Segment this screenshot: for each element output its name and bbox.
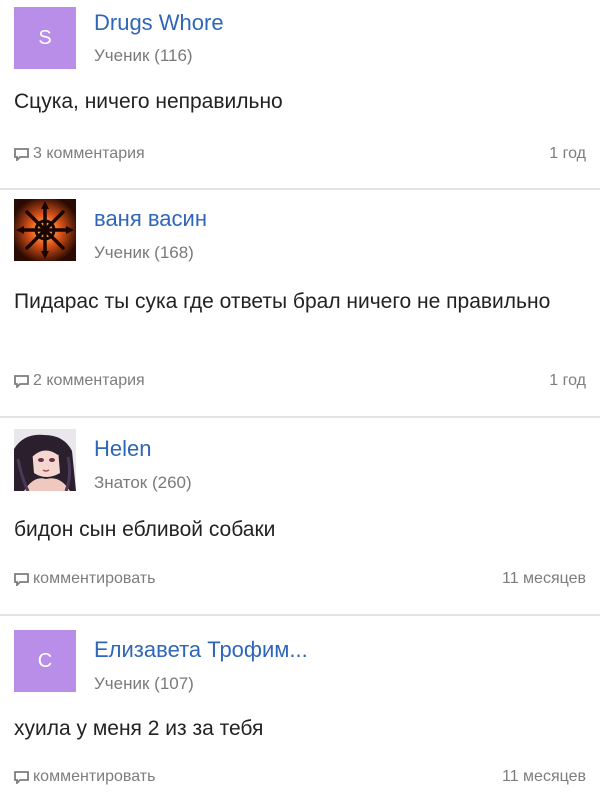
answer-text: Пидарас ты сука где ответы брал ничего н… [14,290,551,313]
answer-text: хуила у меня 2 из за тебя [14,717,264,740]
comment-icon [14,374,29,388]
answer-time: 1 год [549,372,586,389]
avatar[interactable]: С [14,630,76,692]
comments-link[interactable]: 2 комментария [14,372,145,390]
answer-text: Сцука, ничего неправильно [14,90,283,113]
username-link[interactable]: ваня васин [94,206,207,232]
fire-star-avatar-image [14,199,76,261]
username-link[interactable]: Елизавета Трофим... [94,637,308,663]
answer-text: бидон сын ебливой собаки [14,518,276,541]
answer-time: 1 год [549,145,586,162]
anime-girl-avatar-icon[interactable] [14,429,76,491]
fire-star-avatar-icon[interactable] [14,199,76,261]
username-link[interactable]: Drugs Whore [94,10,224,36]
comments-count: 3 комментария [33,145,145,162]
user-rank: Ученик (116) [94,46,193,65]
comment-icon [14,770,29,784]
answer-card: Helen Знаток (260) бидон сын ебливой соб… [0,418,600,614]
comments-link[interactable]: 3 комментария [14,145,145,163]
answer-time: 11 месяцев [502,570,586,587]
username-link[interactable]: Helen [94,436,151,462]
answer-card: С Елизавета Трофим... Ученик (107) хуила… [0,616,600,799]
user-rank: Ученик (168) [94,243,194,262]
answer-card: ваня васин Ученик (168) Пидарас ты сука … [0,190,600,416]
comment-icon [14,147,29,161]
comments-link[interactable]: комментировать [14,768,155,786]
comment-action: комментировать [33,570,156,587]
avatar[interactable]: S [14,7,76,69]
comment-icon [14,572,29,586]
comments-count: 2 комментария [33,372,145,389]
answer-card: S Drugs Whore Ученик (116) Сцука, ничего… [0,0,600,188]
answer-time: 11 месяцев [502,768,586,785]
comments-link[interactable]: комментировать [14,570,155,588]
user-rank: Знаток (260) [94,473,192,492]
anime-girl-avatar-image [14,429,76,491]
avatar-letter: S [38,26,52,49]
comment-action: комментировать [33,768,156,785]
avatar-letter: С [37,649,53,672]
user-rank: Ученик (107) [94,674,194,693]
